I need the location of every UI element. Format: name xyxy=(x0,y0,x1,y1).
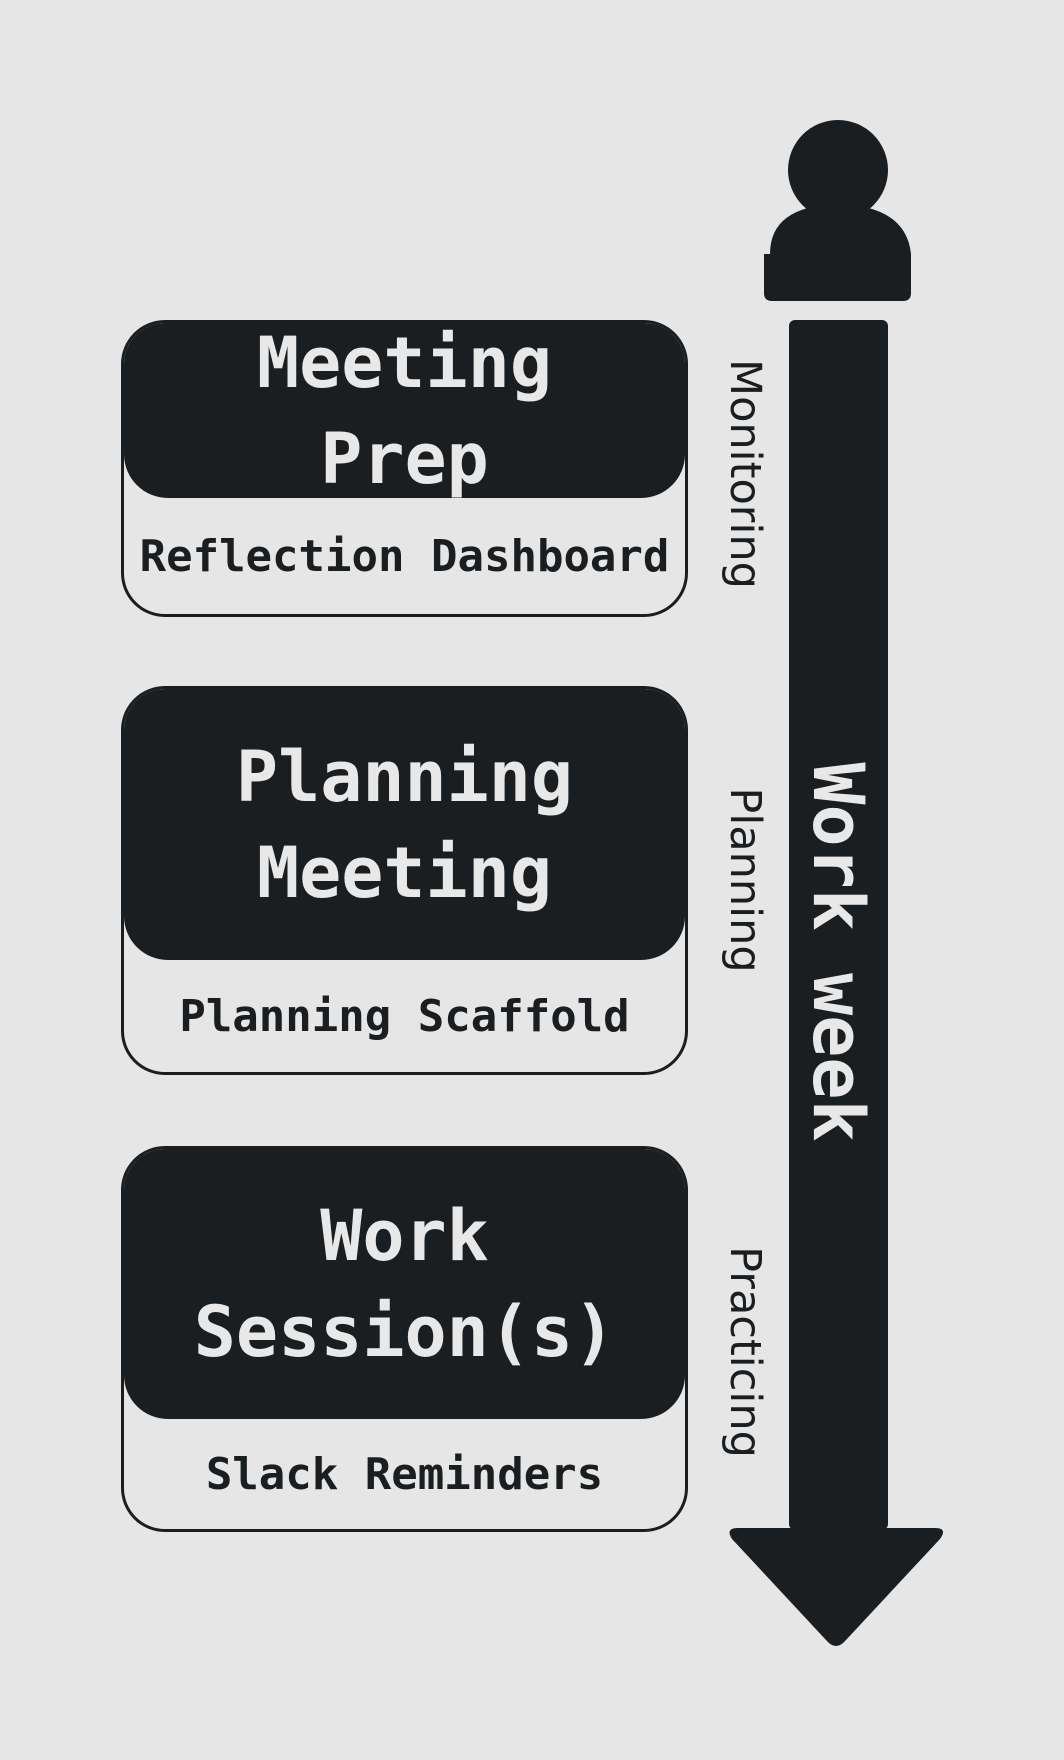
axis-label: Work week xyxy=(797,762,879,1142)
arrow-down-icon xyxy=(729,1528,944,1646)
work-week-timeline xyxy=(729,120,944,1646)
person-icon xyxy=(764,120,911,301)
